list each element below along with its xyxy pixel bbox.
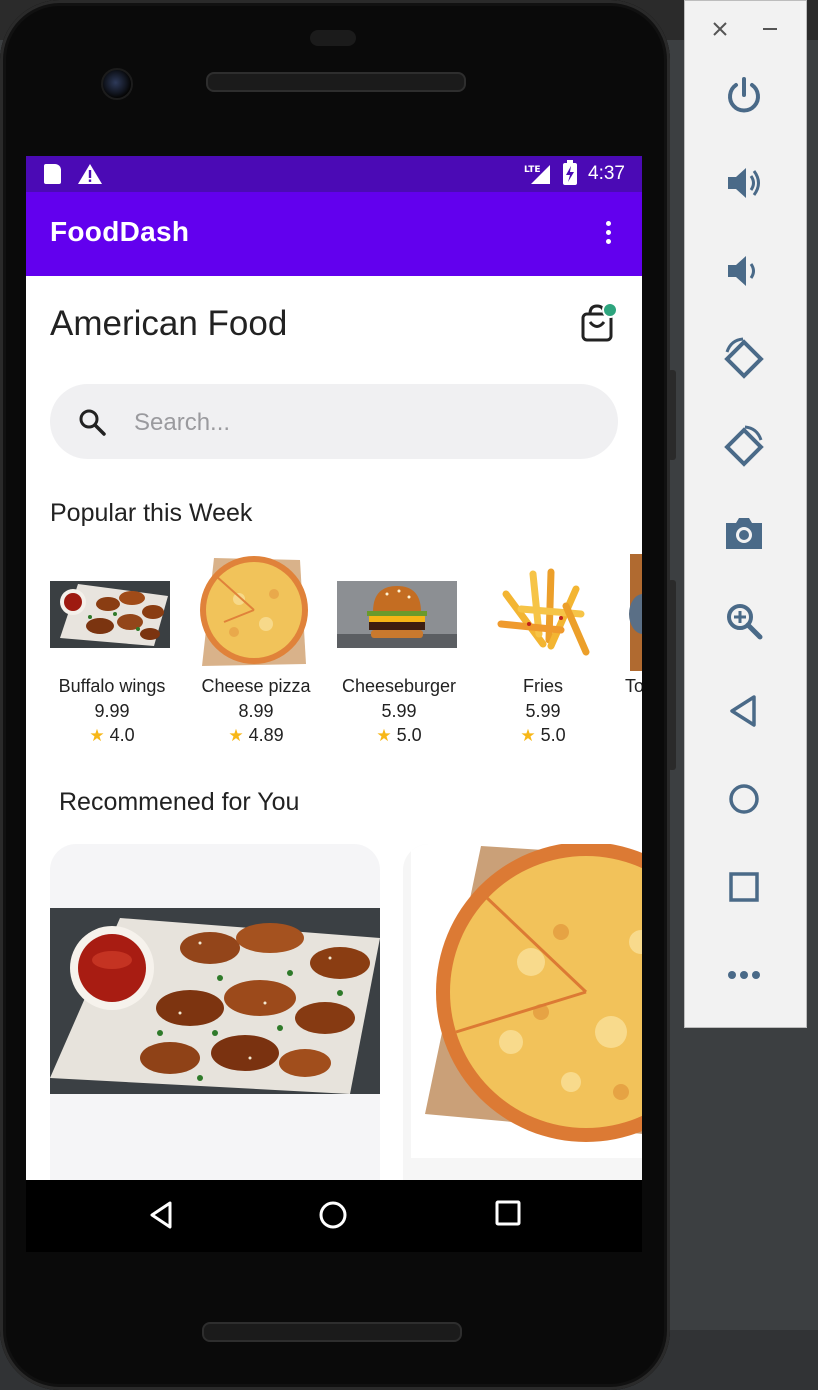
minimize-icon[interactable] [761,20,779,38]
home-icon[interactable] [318,1200,348,1230]
buffalo-wings-image [50,908,380,1094]
item-rating: ★ 5.0 [376,725,422,745]
zoom-icon[interactable] [724,601,764,641]
rotate-left-icon[interactable] [721,336,767,382]
close-icon[interactable] [711,20,729,38]
item-rating: ★ 4.0 [89,725,135,745]
item-rating: ★ 5.0 [520,725,566,745]
page-title: American Food [50,304,288,343]
clock: 4:37 [588,163,625,184]
emulator-control-panel [684,0,807,1028]
buffalo-wings-image [50,581,170,648]
lte-signal-icon: LTE [524,165,550,184]
emulator-home-icon[interactable] [726,781,762,817]
item-price: 8.99 [238,701,274,721]
phone-screen: LTE 4:37 FoodDash American Food Popular … [26,156,642,1180]
earpiece-speaker [206,72,466,92]
navigation-bar [26,1180,642,1252]
volume-down-icon[interactable] [724,251,764,291]
camera-icon[interactable] [724,515,764,551]
cheeseburger-image [337,581,457,648]
power-icon[interactable] [724,75,764,115]
search-bar[interactable] [50,384,618,459]
item-name: Cheese pizza [201,676,311,696]
sd-card-icon [44,164,61,184]
recommended-card-cheese-pizza[interactable] [403,844,642,1180]
emulator-overview-icon[interactable] [726,869,762,905]
item-price: 5.99 [381,701,417,721]
back-icon[interactable] [148,1200,174,1230]
search-input[interactable] [132,402,586,444]
item-price: 5.99 [525,701,561,721]
warning-icon [78,164,102,184]
bottom-speaker [202,1322,462,1342]
food-image [629,554,642,671]
recents-icon[interactable] [495,1200,521,1226]
svg-text:LTE: LTE [524,165,541,175]
item-name: Fries [523,676,563,696]
cheese-pizza-image [200,556,308,666]
item-rating: ★ 4.89 [228,725,284,745]
item-name: Cheeseburger [341,676,457,696]
status-bar: LTE 4:37 [26,156,642,192]
recommended-card-buffalo-wings[interactable] [50,844,380,1180]
app-bar: FoodDash [26,192,642,276]
star-icon: ★ [520,726,536,745]
star-icon: ★ [228,726,244,745]
section-title-recommended: Recommened for You [59,788,300,816]
cart-badge [602,302,618,318]
item-name: Buffalo wings [58,676,166,696]
overflow-menu-icon[interactable] [600,221,616,247]
fries-image [497,568,590,656]
side-button [668,370,676,460]
star-icon: ★ [376,726,392,745]
item-price: 9.99 [94,701,130,721]
rotate-right-icon[interactable] [721,424,767,470]
more-icon[interactable] [726,965,762,985]
cheese-pizza-image [411,844,642,1158]
item-name: To [625,676,642,696]
search-icon [79,409,106,436]
star-icon: ★ [89,726,105,745]
emulator-back-icon[interactable] [726,693,762,729]
front-camera [101,68,133,100]
battery-charging-icon [563,160,577,185]
app-title: FoodDash [50,216,190,247]
proximity-sensor [310,30,356,46]
section-title-popular: Popular this Week [50,499,253,527]
volume-up-icon[interactable] [724,163,764,203]
volume-rocker [668,580,676,770]
